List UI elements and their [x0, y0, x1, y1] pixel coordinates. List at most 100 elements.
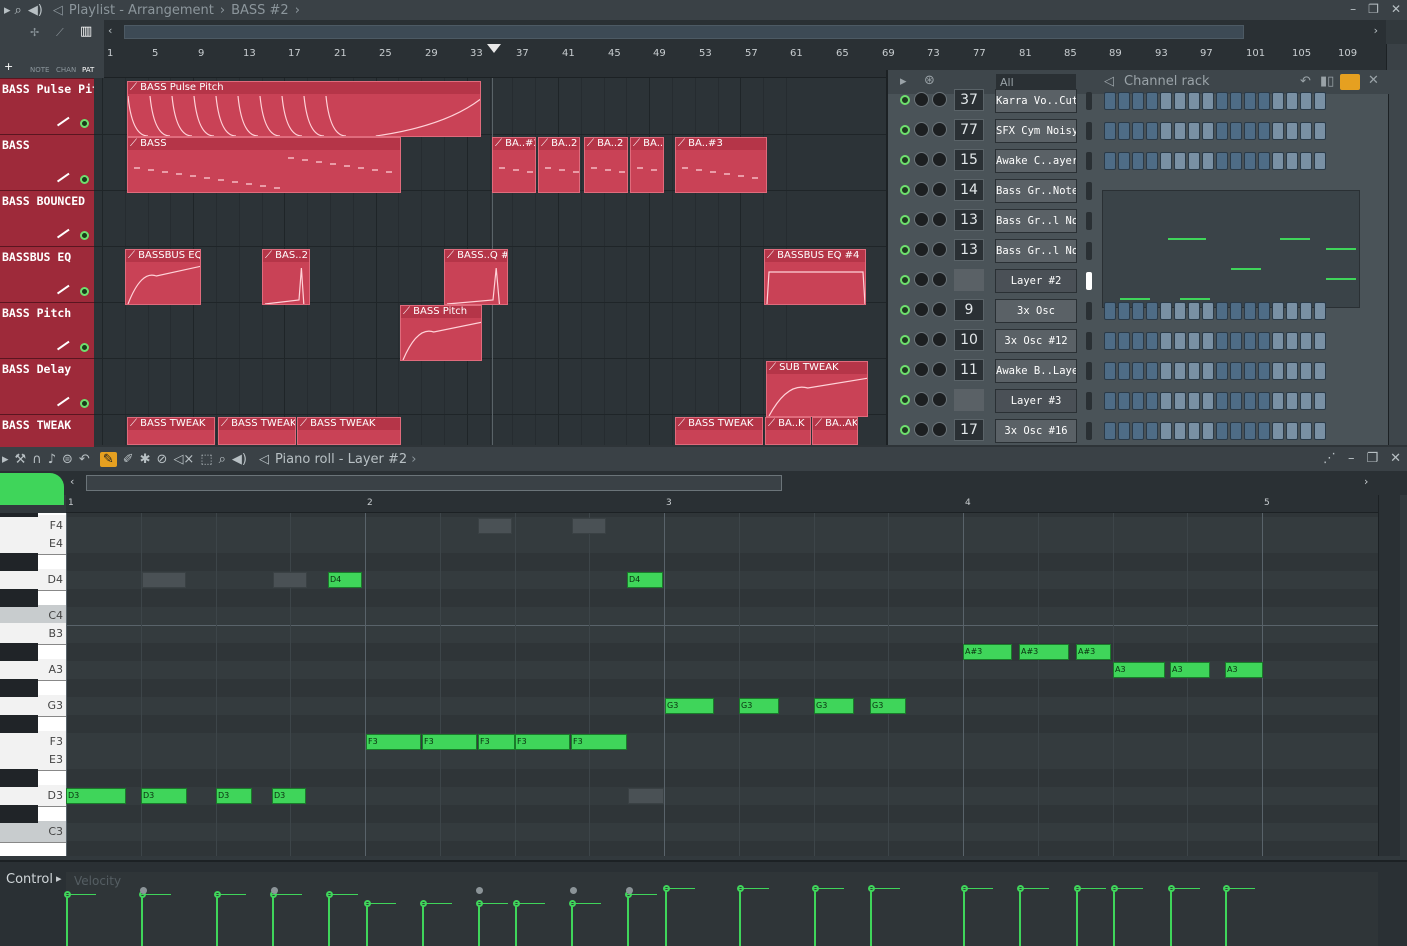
- black-key[interactable]: [0, 769, 38, 787]
- step-button[interactable]: [1286, 302, 1298, 320]
- step-button[interactable]: [1272, 422, 1284, 440]
- step-button[interactable]: [1188, 122, 1200, 140]
- track-header[interactable]: BASS Delay: [0, 358, 94, 414]
- scroll-right-icon[interactable]: ›: [1374, 24, 1378, 37]
- add-track-icon[interactable]: +: [4, 60, 13, 73]
- stamp-icon[interactable]: ⊜: [62, 452, 73, 467]
- zoom-tool-icon[interactable]: ⌕: [219, 452, 226, 467]
- mixer-track-number[interactable]: [954, 389, 984, 411]
- velocity-stem[interactable]: [1170, 888, 1172, 946]
- piano-note[interactable]: G3: [739, 698, 779, 714]
- step-button[interactable]: [1300, 392, 1312, 410]
- pan-knob[interactable]: [914, 422, 929, 437]
- velocity-stem[interactable]: [1113, 888, 1115, 946]
- playlist-clip[interactable]: ⟋ BAS..2: [262, 249, 310, 305]
- step-button[interactable]: [1244, 362, 1256, 380]
- channel-rack-scrollbar[interactable]: [1388, 94, 1407, 445]
- control-label[interactable]: Control: [6, 872, 53, 887]
- step-button[interactable]: [1160, 392, 1172, 410]
- step-button[interactable]: [1300, 152, 1312, 170]
- playlist-clip[interactable]: ⟋ BA..AK: [812, 417, 858, 445]
- step-button[interactable]: [1188, 392, 1200, 410]
- pan-knob[interactable]: [914, 212, 929, 227]
- channel-mute-led[interactable]: [900, 275, 910, 285]
- velocity-stem[interactable]: [963, 888, 965, 946]
- step-button[interactable]: [1160, 122, 1172, 140]
- maximize-icon[interactable]: ❐: [1366, 451, 1378, 466]
- note-icon[interactable]: ♪: [48, 452, 56, 467]
- channel-select-handle[interactable]: [1086, 152, 1092, 170]
- piano-note[interactable]: D3: [216, 788, 252, 804]
- velocity-stem[interactable]: [216, 894, 218, 946]
- minimize-icon[interactable]: –: [1350, 2, 1356, 16]
- pan-knob[interactable]: [914, 242, 929, 257]
- step-button[interactable]: [1216, 302, 1228, 320]
- step-button[interactable]: [1132, 122, 1144, 140]
- channel-select-handle[interactable]: [1086, 122, 1092, 140]
- volume-knob[interactable]: [932, 332, 947, 347]
- step-button[interactable]: [1230, 152, 1242, 170]
- step-button[interactable]: [1258, 122, 1270, 140]
- overview-map[interactable]: [86, 475, 782, 491]
- step-sequencer[interactable]: [1104, 362, 1326, 380]
- playlist-clip[interactable]: ⟋ BA..#3: [630, 137, 664, 193]
- step-button[interactable]: [1146, 152, 1158, 170]
- step-button[interactable]: [1314, 122, 1326, 140]
- pan-knob[interactable]: [914, 302, 929, 317]
- step-button[interactable]: [1202, 422, 1214, 440]
- piano-note[interactable]: F3: [515, 734, 570, 750]
- step-button[interactable]: [1202, 332, 1214, 350]
- piano-roll-ruler[interactable]: 1 2 3 4 5: [66, 495, 1378, 513]
- overview-map[interactable]: [124, 25, 1244, 39]
- step-button[interactable]: [1272, 122, 1284, 140]
- piano-note[interactable]: F3: [366, 734, 421, 750]
- step-button[interactable]: [1146, 422, 1158, 440]
- step-button[interactable]: [1202, 302, 1214, 320]
- velocity-stem[interactable]: [366, 903, 368, 946]
- step-button[interactable]: [1202, 122, 1214, 140]
- step-button[interactable]: [1300, 362, 1312, 380]
- velocity-stem[interactable]: [478, 903, 480, 946]
- mixer-track-number[interactable]: 17: [954, 419, 984, 441]
- playlist-clip[interactable]: ⟋ BASS..Q #3: [444, 249, 508, 305]
- velocity-stem[interactable]: [1076, 888, 1078, 946]
- step-button[interactable]: [1202, 152, 1214, 170]
- step-button[interactable]: [1118, 392, 1130, 410]
- step-button[interactable]: [1118, 122, 1130, 140]
- channel-select-handle[interactable]: [1086, 92, 1092, 110]
- channel-name-button[interactable]: Layer #3: [995, 389, 1077, 413]
- step-button[interactable]: [1174, 362, 1186, 380]
- piano-note[interactable]: G3: [665, 698, 714, 714]
- pan-knob[interactable]: [914, 182, 929, 197]
- volume-knob[interactable]: [932, 152, 947, 167]
- channel-mute-led[interactable]: [900, 155, 910, 165]
- playback-tool-icon[interactable]: ◀): [232, 452, 247, 467]
- volume-knob[interactable]: [932, 422, 947, 437]
- mixer-track-number[interactable]: 13: [954, 239, 984, 261]
- step-button[interactable]: [1314, 92, 1326, 110]
- step-button[interactable]: [1258, 152, 1270, 170]
- playlist-clip[interactable]: ⟋ BASS TWEAK: [297, 417, 401, 445]
- step-button[interactable]: [1286, 122, 1298, 140]
- playlist-clip[interactable]: ⟋ BASS Pulse Pitch: [127, 81, 481, 137]
- step-button[interactable]: [1314, 392, 1326, 410]
- channel-select-handle[interactable]: [1086, 392, 1092, 410]
- channel-select-handle[interactable]: [1086, 272, 1092, 290]
- step-button[interactable]: [1258, 302, 1270, 320]
- step-button[interactable]: [1230, 122, 1242, 140]
- pan-knob[interactable]: [914, 362, 929, 377]
- link-icon[interactable]: ⟋: [56, 26, 64, 40]
- step-button[interactable]: [1146, 392, 1158, 410]
- velocity-stem[interactable]: [328, 894, 330, 946]
- step-sequencer[interactable]: [1104, 302, 1326, 320]
- step-button[interactable]: [1174, 152, 1186, 170]
- velocity-stem[interactable]: [515, 903, 517, 946]
- pan-knob[interactable]: [914, 272, 929, 287]
- step-sequencer[interactable]: [1104, 122, 1326, 140]
- volume-knob[interactable]: [932, 362, 947, 377]
- piano-roll-scrollbar[interactable]: [1378, 495, 1400, 856]
- step-button[interactable]: [1174, 332, 1186, 350]
- velocity-stem[interactable]: [627, 894, 629, 946]
- piano-keyboard[interactable]: F4 E4 D4 C4 B3 A3 G3 F3 E3 D3 C3: [0, 513, 66, 856]
- tool-snap-button[interactable]: [0, 473, 64, 505]
